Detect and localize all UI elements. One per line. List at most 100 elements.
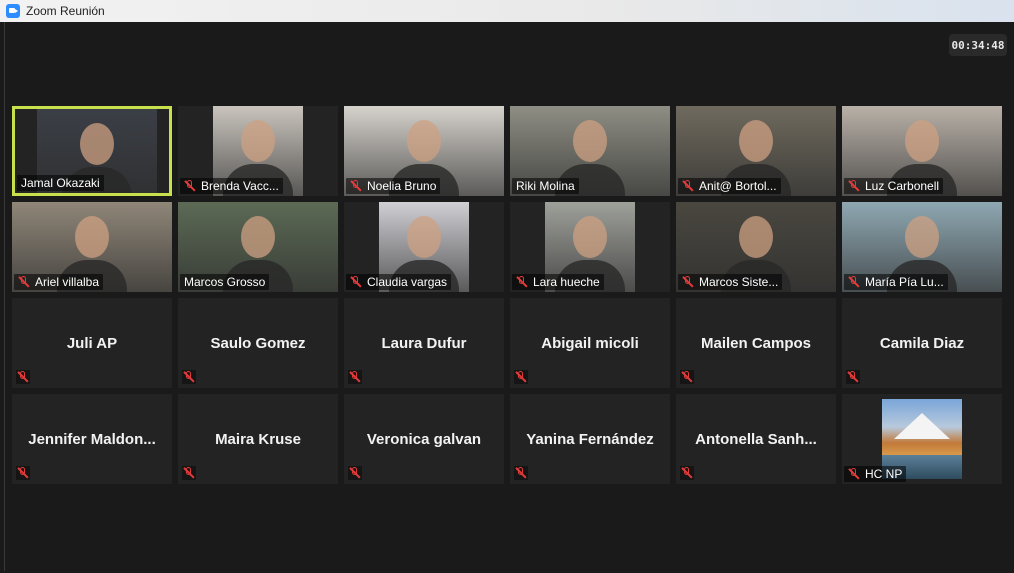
meeting-window: 00:34:48 Jamal Okazaki Brenda Vacc... Noel… [4,22,1014,571]
mic-muted-icon [17,467,29,479]
participant-name: Abigail micoli [541,334,639,352]
mic-muted-icon [349,467,361,479]
participant-tile[interactable]: Claudia vargas [344,202,504,292]
mic-muted-icon [515,371,527,383]
participant-tile[interactable]: Yanina Fernández [510,394,670,484]
participant-name-label: Anit@ Bortol... [678,178,781,194]
participant-name: Luz Carbonell [865,179,940,193]
mic-muted-badge [16,370,30,384]
person-silhouette [241,216,275,258]
participant-name: Lara hueche [533,275,600,289]
participant-name: Marcos Siste... [699,275,779,289]
person-silhouette [905,120,939,162]
participant-tile[interactable]: Lara hueche [510,202,670,292]
participant-name-label: María Pía Lu... [844,274,948,290]
mic-muted-icon [183,371,195,383]
zoom-icon [6,4,20,18]
mic-muted-icon [516,276,528,288]
mic-muted-badge [680,370,694,384]
participant-name: Veronica galvan [366,430,482,448]
mic-muted-badge [348,370,362,384]
mic-muted-badge [348,466,362,480]
participant-tile[interactable]: Abigail micoli [510,298,670,388]
participant-tile[interactable]: Noelia Bruno [344,106,504,196]
participant-tile[interactable]: Jennifer Maldon... [12,394,172,484]
participant-name: Anit@ Bortol... [699,179,777,193]
participant-tile[interactable]: Laura Dufur [344,298,504,388]
mic-muted-icon [515,467,527,479]
participant-tile[interactable]: Veronica galvan [344,394,504,484]
mic-muted-badge [514,370,528,384]
participant-name: Saulo Gomez [210,334,306,352]
window-title: Zoom Reunión [26,4,105,18]
participant-name: Camila Diaz [879,334,965,352]
participant-name-label: Claudia vargas [346,274,452,290]
mic-muted-icon [848,276,860,288]
mic-muted-badge [514,466,528,480]
mic-muted-badge [16,466,30,480]
participant-tile[interactable]: Camila Diaz [842,298,1002,388]
mic-muted-icon [682,276,694,288]
person-silhouette [75,216,109,258]
mic-muted-icon [350,276,362,288]
mic-muted-icon [350,180,362,192]
person-silhouette [407,120,441,162]
person-silhouette [407,216,441,258]
mic-muted-badge [182,370,196,384]
participant-name: Yanina Fernández [526,430,654,448]
participant-tile[interactable]: María Pía Lu... [842,202,1002,292]
mic-muted-icon [349,371,361,383]
participant-tile[interactable]: Jamal Okazaki [12,106,172,196]
meeting-timer: 00:34:48 [949,34,1007,56]
participant-name: Jamal Okazaki [21,176,100,190]
mic-muted-icon [184,180,196,192]
participant-tile[interactable]: Saulo Gomez [178,298,338,388]
mic-muted-icon [681,371,693,383]
participant-name: María Pía Lu... [865,275,944,289]
participant-tile[interactable]: Marcos Siste... [676,202,836,292]
person-silhouette [739,216,773,258]
participant-tile[interactable]: HC NP [842,394,1002,484]
person-silhouette [905,216,939,258]
participant-name-label: HC NP [844,466,907,482]
participant-tile[interactable]: Maira Kruse [178,394,338,484]
participant-tile[interactable]: Luz Carbonell [842,106,1002,196]
mic-muted-icon [183,467,195,479]
participant-tile[interactable]: Ariel villalba [12,202,172,292]
participant-name: Maira Kruse [215,430,301,448]
participant-tile[interactable]: Anit@ Bortol... [676,106,836,196]
participant-name-label: Ariel villalba [14,274,104,290]
person-silhouette [80,123,114,165]
mic-muted-icon [848,468,860,480]
mic-muted-icon [848,180,860,192]
participant-name-label: Noelia Bruno [346,178,441,194]
mic-muted-icon [682,180,694,192]
mic-muted-badge [846,370,860,384]
participant-name-label: Lara hueche [512,274,604,290]
participant-tile[interactable]: Marcos Grosso [178,202,338,292]
person-silhouette [739,120,773,162]
participant-name-label: Jamal Okazaki [17,175,104,191]
participant-name: Riki Molina [516,179,575,193]
participant-name-label: Riki Molina [512,178,579,194]
participant-tile[interactable]: Brenda Vacc... [178,106,338,196]
mic-muted-icon [18,276,30,288]
participant-name: Brenda Vacc... [201,179,279,193]
participant-tile[interactable]: Juli AP [12,298,172,388]
participant-name: Ariel villalba [35,275,100,289]
participant-name: Jennifer Maldon... [28,430,156,448]
participant-name: Noelia Bruno [367,179,437,193]
mic-muted-badge [182,466,196,480]
mic-muted-icon [847,371,859,383]
participant-name: Juli AP [66,334,118,352]
participant-name: HC NP [865,467,903,481]
title-bar: Zoom Reunión [0,0,1014,22]
participant-tile[interactable]: Antonella Sanh... [676,394,836,484]
participant-tile[interactable]: Riki Molina [510,106,670,196]
participant-tile[interactable]: Mailen Campos [676,298,836,388]
person-silhouette [573,216,607,258]
mic-muted-badge [680,466,694,480]
participant-name: Claudia vargas [367,275,448,289]
participant-name-label: Brenda Vacc... [180,178,283,194]
mic-muted-icon [681,467,693,479]
